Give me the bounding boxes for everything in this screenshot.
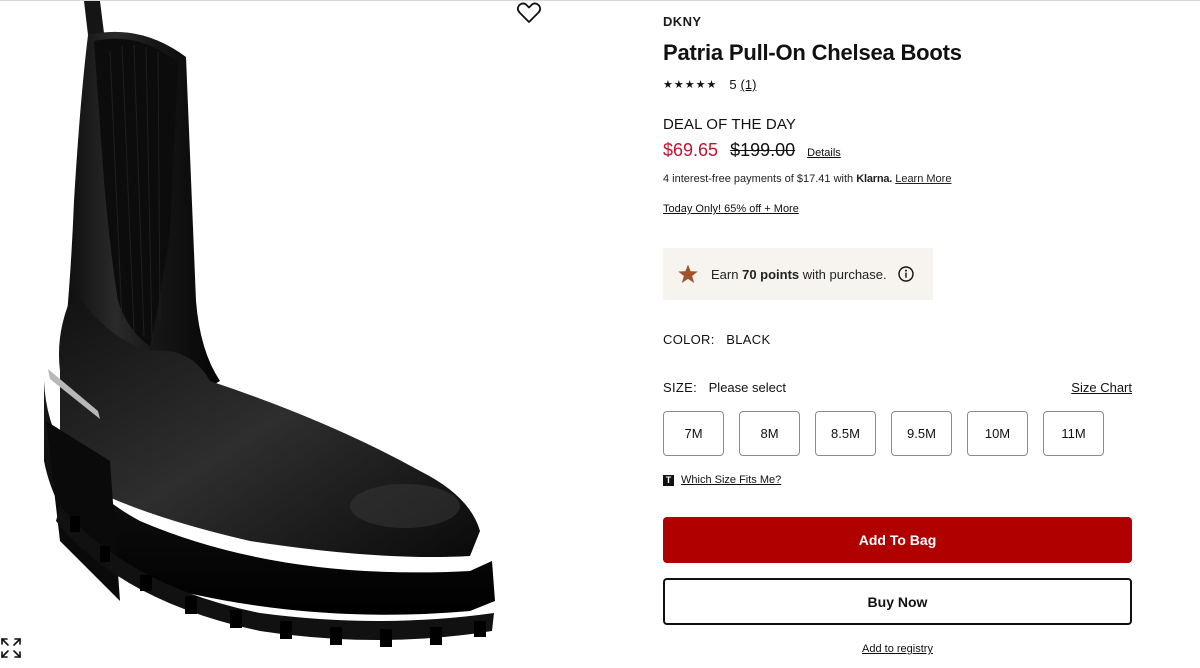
expand-icon[interactable] (0, 637, 22, 659)
color-label: COLOR: (663, 332, 715, 347)
klarna-text: 4 interest-free payments of $17.41 with (663, 173, 854, 185)
size-option-7m[interactable]: 7M (663, 411, 724, 456)
size-option-9-5m[interactable]: 9.5M (891, 411, 952, 456)
add-to-bag-button[interactable]: Add To Bag (663, 517, 1132, 563)
original-price: $199.00 (730, 140, 796, 160)
rating-score: 5 (729, 77, 737, 92)
size-option-8m[interactable]: 8M (739, 411, 800, 456)
sale-price: $69.65 (663, 140, 719, 160)
size-option-10m[interactable]: 10M (967, 411, 1028, 456)
which-size-fits-link[interactable]: Which Size Fits Me? (681, 474, 781, 486)
promo-link[interactable]: Today Only! 65% off + More (663, 203, 799, 215)
points-suffix: with purchase. (802, 266, 887, 282)
product-image-gallery (0, 1, 560, 668)
price-row: $69.65 $199.00 Details (663, 140, 841, 161)
buy-now-button[interactable]: Buy Now (663, 578, 1132, 625)
klarna-logo: Klarna. (856, 173, 893, 185)
rewards-points-banner: Earn 70 points with purchase. (663, 248, 933, 300)
size-chart-link[interactable]: Size Chart (1071, 380, 1132, 395)
size-header: SIZE: Please select Size Chart (663, 380, 1133, 395)
rating[interactable]: ★★★★★ 5 (1) (663, 77, 756, 92)
klarna-installments: 4 interest-free payments of $17.41 with … (663, 173, 951, 185)
size-option-11m[interactable]: 11M (1043, 411, 1104, 456)
product-image[interactable] (0, 1, 560, 668)
registry-container: Add to registry (663, 643, 1132, 655)
add-to-registry-link[interactable]: Add to registry (862, 643, 933, 655)
heart-icon[interactable] (516, 1, 542, 25)
fit-finder: T Which Size Fits Me? (663, 474, 781, 486)
truefit-logo-icon: T (663, 474, 674, 486)
product-title: Patria Pull-On Chelsea Boots (663, 40, 962, 65)
klarna-learn-more-link[interactable]: Learn More (895, 173, 951, 185)
rating-stars: ★★★★★ (663, 79, 718, 91)
color-selector: COLOR: BLACK (663, 332, 770, 347)
review-count-link[interactable]: (1) (741, 77, 757, 92)
color-value: BLACK (726, 332, 771, 347)
size-value: Please select (708, 380, 786, 395)
info-icon[interactable] (897, 266, 914, 282)
size-options: 7M 8M 8.5M 9.5M 10M 11M (663, 411, 1104, 456)
deal-label: DEAL OF THE DAY (663, 116, 796, 133)
points-prefix: Earn (711, 266, 739, 282)
price-details-link[interactable]: Details (807, 147, 841, 159)
size-option-8-5m[interactable]: 8.5M (815, 411, 876, 456)
star-icon (678, 264, 698, 283)
size-label: SIZE: (663, 380, 698, 395)
brand-name[interactable]: DKNY (663, 14, 701, 29)
points-amount: 70 points (742, 266, 800, 282)
